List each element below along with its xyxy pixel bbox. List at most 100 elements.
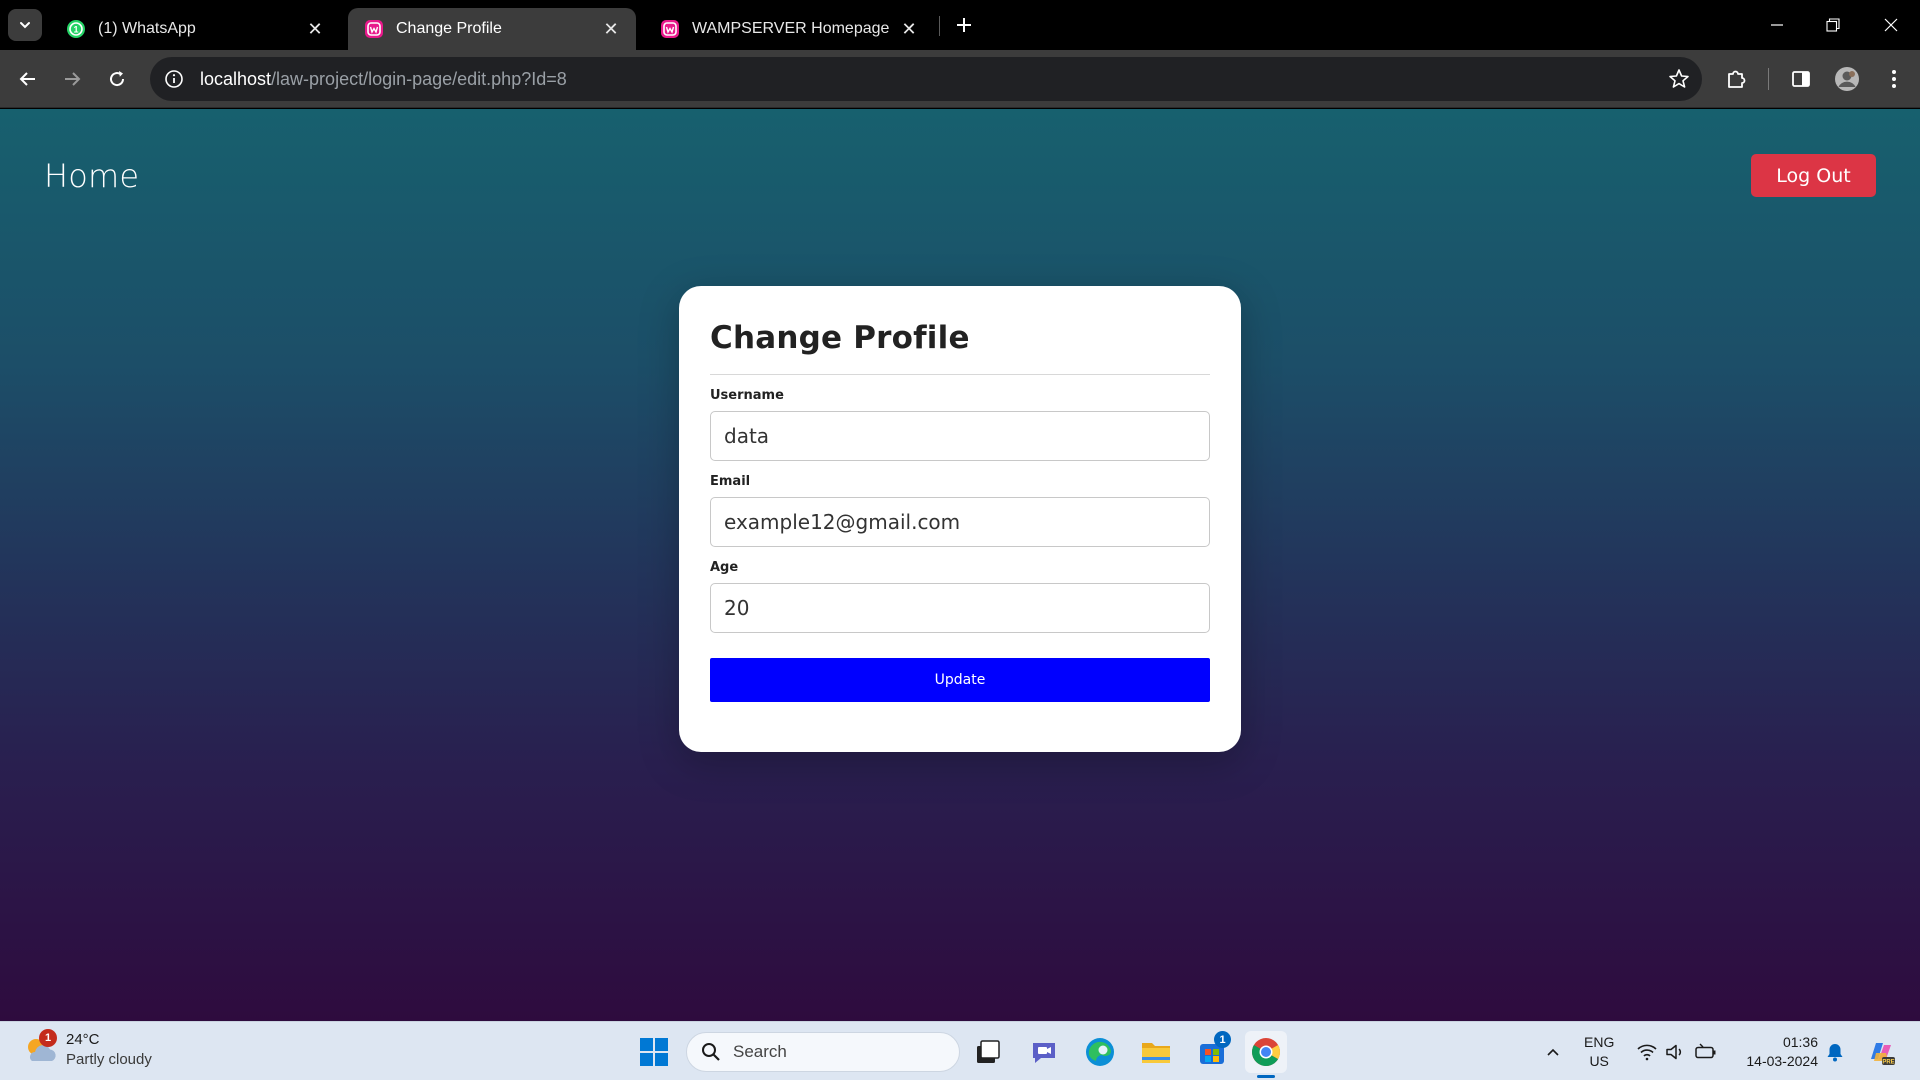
url-host: localhost xyxy=(200,68,272,89)
chevron-up-icon xyxy=(1547,1048,1559,1056)
wifi-icon xyxy=(1637,1044,1657,1061)
tab-title: (1) WhatsApp xyxy=(98,20,196,37)
change-profile-card: Change Profile Username Email Age Update xyxy=(679,286,1241,752)
username-label: Username xyxy=(710,388,784,403)
restore-icon xyxy=(1826,18,1840,32)
reload-button[interactable] xyxy=(101,63,133,95)
bell-icon xyxy=(1827,1044,1843,1062)
weather-icon: 1 xyxy=(22,1029,60,1069)
clock-date: 14-03-2024 xyxy=(1746,1053,1818,1069)
battery-charging-icon xyxy=(1695,1043,1716,1059)
tab-wampserver[interactable]: WAMPSERVER Homepage ✕ xyxy=(644,8,934,50)
taskbar-search[interactable]: Search xyxy=(686,1032,960,1072)
username-input[interactable] xyxy=(710,411,1210,461)
weather-temperature: 24°C xyxy=(66,1031,100,1048)
more-vertical-icon xyxy=(1892,70,1896,88)
windows-icon xyxy=(640,1038,668,1066)
close-icon xyxy=(1884,18,1898,32)
plus-icon xyxy=(957,18,971,32)
clock[interactable]: 01:36 14-03-2024 xyxy=(1734,1033,1818,1071)
start-button[interactable] xyxy=(633,1031,675,1073)
side-panel-icon xyxy=(1792,71,1810,87)
form-title: Change Profile xyxy=(710,320,970,356)
close-icon[interactable]: ✕ xyxy=(304,18,326,40)
weather-widget[interactable]: 1 24°C Partly cloudy xyxy=(22,1029,152,1070)
chrome-button[interactable] xyxy=(1245,1031,1287,1078)
edge-icon xyxy=(1086,1038,1114,1066)
email-label: Email xyxy=(710,474,751,489)
clock-time: 01:36 xyxy=(1782,1034,1818,1050)
file-explorer-button[interactable] xyxy=(1135,1031,1177,1073)
copilot-button[interactable]: PRE xyxy=(1866,1037,1896,1067)
teams-chat-icon xyxy=(1033,1043,1055,1063)
search-icon xyxy=(702,1043,720,1061)
address-bar[interactable]: localhost/law-project/login-page/edit.ph… xyxy=(150,57,1702,101)
teams-button[interactable] xyxy=(1023,1031,1065,1073)
wamp-icon xyxy=(365,20,383,38)
wifi-status[interactable] xyxy=(1636,1041,1658,1063)
weather-text: 24°C Partly cloudy xyxy=(66,1030,152,1070)
task-view-icon xyxy=(977,1040,1000,1063)
volume-status[interactable] xyxy=(1664,1041,1686,1063)
language-secondary: US xyxy=(1589,1053,1609,1069)
logout-button[interactable]: Log Out xyxy=(1751,154,1876,197)
speaker-icon xyxy=(1666,1044,1682,1060)
store-button[interactable]: 1 xyxy=(1191,1031,1233,1073)
search-placeholder: Search xyxy=(733,1042,787,1061)
url-path: /law-project/login-page/edit.php?Id=8 xyxy=(271,68,567,89)
language-indicator[interactable]: ENG US xyxy=(1584,1033,1614,1071)
profile-avatar[interactable] xyxy=(1831,63,1863,95)
tab-strip: 1 (1) WhatsApp ✕ Change Profile ✕ WAMPSE… xyxy=(0,0,1920,50)
email-input[interactable] xyxy=(710,497,1210,547)
tab-title: WAMPSERVER Homepage xyxy=(692,20,890,37)
puzzle-icon xyxy=(1728,70,1746,88)
active-indicator xyxy=(1257,1075,1275,1078)
tab-separator xyxy=(939,16,940,36)
tray-overflow-button[interactable] xyxy=(1542,1041,1564,1063)
tab-search-button[interactable] xyxy=(8,9,42,41)
avatar-icon xyxy=(1835,67,1859,91)
side-panel-button[interactable] xyxy=(1785,63,1817,95)
notifications-button[interactable] xyxy=(1824,1041,1846,1063)
battery-status[interactable] xyxy=(1695,1041,1717,1063)
page-viewport: Home Log Out Change Profile Username Ema… xyxy=(0,109,1920,1021)
restore-button[interactable] xyxy=(1808,6,1858,44)
close-icon[interactable]: ✕ xyxy=(600,18,622,40)
new-tab-button[interactable] xyxy=(950,11,978,39)
close-icon[interactable]: ✕ xyxy=(898,18,920,40)
url-text[interactable]: localhost/law-project/login-page/edit.ph… xyxy=(200,69,567,90)
toolbar-divider xyxy=(1768,68,1769,90)
edge-button[interactable] xyxy=(1079,1031,1121,1073)
age-label: Age xyxy=(710,560,739,575)
browser-toolbar: localhost/law-project/login-page/edit.ph… xyxy=(0,50,1920,108)
weather-badge: 1 xyxy=(39,1029,57,1047)
chrome-icon xyxy=(1252,1038,1280,1066)
tab-change-profile[interactable]: Change Profile ✕ xyxy=(348,8,636,50)
language-primary: ENG xyxy=(1584,1034,1615,1050)
menu-button[interactable] xyxy=(1878,63,1910,95)
bookmark-star-icon[interactable] xyxy=(1668,68,1690,90)
copilot-icon: PRE xyxy=(1871,1043,1895,1066)
info-icon[interactable] xyxy=(164,69,184,89)
back-button[interactable] xyxy=(12,63,44,95)
whatsapp-icon: 1 xyxy=(67,20,85,38)
svg-text:PRE: PRE xyxy=(1882,1060,1894,1066)
tab-whatsapp[interactable]: 1 (1) WhatsApp ✕ xyxy=(50,8,340,50)
folder-icon xyxy=(1142,1043,1170,1063)
home-link[interactable]: Home xyxy=(44,157,139,195)
forward-button[interactable] xyxy=(56,63,88,95)
extensions-button[interactable] xyxy=(1720,63,1752,95)
wamp-icon xyxy=(661,20,679,38)
chevron-down-icon xyxy=(20,22,30,29)
minimize-button[interactable] xyxy=(1752,6,1802,44)
tab-title: Change Profile xyxy=(396,20,502,37)
reload-icon xyxy=(110,71,125,87)
store-badge: 1 xyxy=(1214,1031,1231,1048)
arrow-left-icon xyxy=(19,72,35,86)
task-view-button[interactable] xyxy=(967,1031,1009,1073)
age-input[interactable] xyxy=(710,583,1210,633)
svg-text:1: 1 xyxy=(73,25,78,35)
close-window-button[interactable] xyxy=(1866,6,1916,44)
minimize-icon xyxy=(1771,24,1783,26)
update-button[interactable]: Update xyxy=(710,658,1210,702)
